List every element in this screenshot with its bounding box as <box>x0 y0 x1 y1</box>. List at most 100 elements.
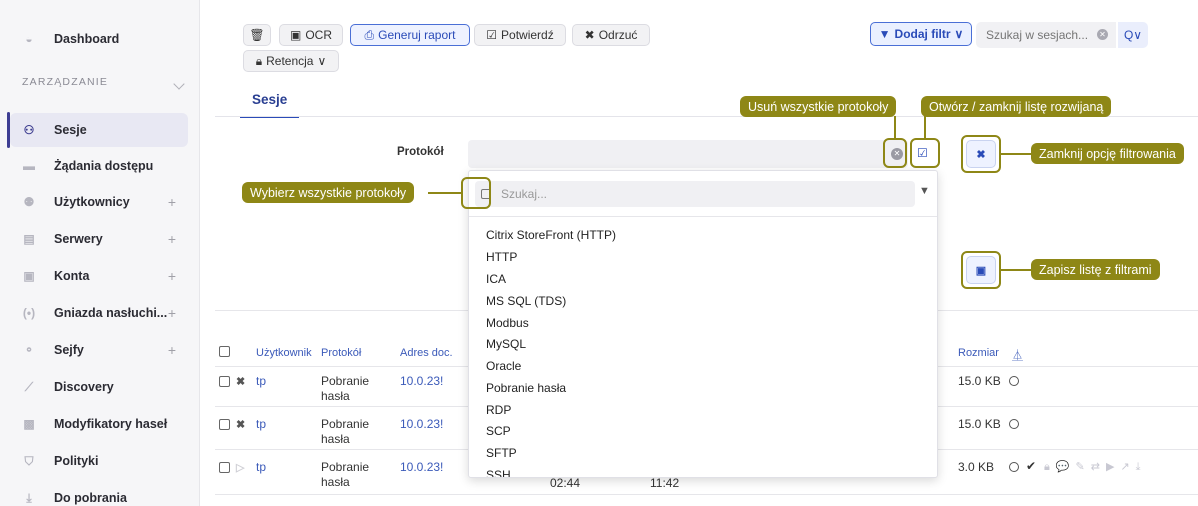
row-protocol: Pobranie hasła <box>321 417 370 446</box>
confirm-button[interactable]: ☑ Potwierdź <box>474 24 566 46</box>
sidebar-item-label: Dashboard <box>54 32 120 46</box>
protocol-option[interactable]: MySQL <box>486 337 526 351</box>
add-filter-button[interactable]: ▼ Dodaj filtr ∨ <box>870 22 972 46</box>
protocol-option[interactable]: MS SQL (TDS) <box>486 294 566 308</box>
protocol-option[interactable]: HTTP <box>486 250 517 264</box>
callout-connector <box>1001 153 1031 155</box>
protocol-dropdown: Szukaj... ▼ Citrix StoreFront (HTTP) HTT… <box>468 170 938 478</box>
play-icon: ▷ <box>236 462 245 474</box>
sidebar-item-discovery[interactable]: ⟋ Discovery <box>10 370 188 404</box>
downloads-icon: ⤓ <box>26 490 32 505</box>
sidebar-item-users[interactable]: ⚉ Użytkownicy + <box>10 185 188 219</box>
sidebar-item-access-requests[interactable]: ▬ Żądania dostępu <box>10 149 188 183</box>
sidebar-section-heading: ZARZĄDZANIE <box>22 76 109 88</box>
expand-plus-icon[interactable]: + <box>168 305 176 321</box>
sidebar-item-password-modifiers[interactable]: ▩ Modyfikatory haseł <box>10 407 188 441</box>
column-header-protocol[interactable]: Protokół <box>321 347 361 359</box>
search-input[interactable] <box>976 22 1094 48</box>
callout-save-list: Zapisz listę z filtrami <box>1031 259 1160 280</box>
sidebar-item-servers[interactable]: ▤ Serwery + <box>10 222 188 256</box>
chevron-down-icon: ∨ <box>317 54 327 68</box>
protocol-option[interactable]: SSH <box>486 468 511 477</box>
protocol-option[interactable]: SCP <box>486 424 511 438</box>
dropdown-divider <box>469 216 937 217</box>
sidebar-item-safes[interactable]: ⚬ Sejfy + <box>10 333 188 367</box>
column-header-user[interactable]: Użytkownik <box>256 347 312 359</box>
clear-search-icon[interactable]: ✕ <box>1097 29 1108 40</box>
protocol-search-input[interactable]: Szukaj... <box>501 187 547 201</box>
row-size: 3.0 KB <box>958 460 995 474</box>
sidebar-item-accounts[interactable]: ▣ Konta + <box>10 259 188 293</box>
callout-close-filter: Zamknij opcję filtrowania <box>1031 143 1184 164</box>
protocol-option[interactable]: SFTP <box>486 446 517 460</box>
sidebar-item-sessions[interactable]: ⚇ Sesje <box>10 113 188 147</box>
ocr-button[interactable]: ▣ OCR <box>279 24 343 46</box>
row-action-icons[interactable]: 🔒︎💬✎⇄▶↗⤓ <box>1044 460 1147 474</box>
status-circle-icon <box>1009 376 1019 386</box>
column-header-size[interactable]: Rozmiar <box>958 347 999 359</box>
sort-icon[interactable]: ⏅ <box>1012 347 1023 363</box>
row-checkbox[interactable] <box>219 419 230 430</box>
delete-button[interactable]: 🗑 <box>243 24 271 46</box>
sidebar-item-downloads[interactable]: ⤓ Do pobrania <box>10 481 188 506</box>
sidebar-item-label: Modyfikatory haseł <box>54 417 168 431</box>
row-user[interactable]: tp <box>256 374 266 388</box>
access-requests-icon: ▬ <box>23 159 35 173</box>
protocol-option[interactable]: Oracle <box>486 359 521 373</box>
protocol-option[interactable]: ICA <box>486 272 506 286</box>
protocol-option[interactable]: RDP <box>486 403 511 417</box>
printer-icon: ⎙ <box>364 27 375 42</box>
protocol-filter-label: Protokół <box>397 146 444 158</box>
filter-icon: ▼ <box>878 27 891 41</box>
sidebar-item-policies[interactable]: ⛉ Polityki <box>10 444 188 478</box>
row-user[interactable]: tp <box>256 460 266 474</box>
sidebar-item-label: Polityki <box>54 454 99 468</box>
retention-button[interactable]: 🔒︎ Retencja ∨ <box>243 50 339 72</box>
status-circle-icon <box>1009 419 1019 429</box>
row-user[interactable]: tp <box>256 417 266 431</box>
sidebar-item-sockets[interactable]: (•) Gniazda nasłuchi... + <box>10 296 188 330</box>
sidebar-item-label: Gniazda nasłuchi... <box>54 306 168 320</box>
row-protocol: Pobranie hasła <box>321 460 370 489</box>
select-all-rows-checkbox[interactable] <box>219 346 230 357</box>
expand-plus-icon[interactable]: + <box>168 268 176 284</box>
expand-plus-icon[interactable]: + <box>168 194 176 210</box>
sidebar-item-label: Użytkownicy <box>54 195 130 209</box>
generate-report-button[interactable]: ⎙ Generuj raport <box>350 24 470 46</box>
protocol-option[interactable]: Modbus <box>486 316 529 330</box>
chevron-down-icon[interactable] <box>173 78 185 90</box>
confirmed-check-icon: ✔ <box>1026 459 1037 473</box>
row-checkbox[interactable] <box>219 376 230 387</box>
row-time-start: 02:44 <box>550 476 581 490</box>
lock-icon: 🔒︎ <box>255 53 263 68</box>
reject-button[interactable]: ✖ Odrzuć <box>572 24 650 46</box>
row-address[interactable]: 10.0.23! <box>400 417 443 431</box>
rejected-icon: ✖ <box>236 419 246 431</box>
callout-toggle-list: Otwórz / zamknij listę rozwijaną <box>921 96 1112 117</box>
sidebar-item-label: Żądania dostępu <box>54 159 154 173</box>
protocol-search: Szukaj... <box>475 181 915 207</box>
callout-ring <box>961 135 1001 173</box>
sockets-icon: (•) <box>22 306 36 320</box>
tab-sessions[interactable]: Sesje <box>240 92 300 118</box>
callout-select-all: Wybierz wszystkie protokoły <box>242 182 415 203</box>
row-time-end: 11:42 <box>650 476 680 490</box>
expand-plus-icon[interactable]: + <box>168 342 176 358</box>
callout-ring <box>461 177 491 209</box>
row-address[interactable]: 10.0.23! <box>400 460 443 474</box>
filter-icon[interactable]: ▼ <box>919 185 930 197</box>
sidebar-item-label: Serwery <box>54 232 103 246</box>
users-icon: ⚉ <box>23 195 35 209</box>
protocol-select[interactable] <box>468 140 908 168</box>
row-checkbox[interactable] <box>219 462 230 473</box>
sidebar-item-dashboard[interactable]: ◒ Dashboard <box>10 22 188 56</box>
protocol-option[interactable]: Citrix StoreFront (HTTP) <box>486 228 616 242</box>
table-divider <box>215 494 1198 495</box>
row-address[interactable]: 10.0.23! <box>400 374 443 388</box>
rejected-icon: ✖ <box>236 376 246 388</box>
column-header-address[interactable]: Adres doc. <box>400 347 453 359</box>
expand-plus-icon[interactable]: + <box>168 231 176 247</box>
search-button[interactable]: Q∨ <box>1118 22 1148 48</box>
sidebar-item-label: Sesje <box>54 123 87 137</box>
protocol-option[interactable]: Pobranie hasła <box>486 381 566 395</box>
